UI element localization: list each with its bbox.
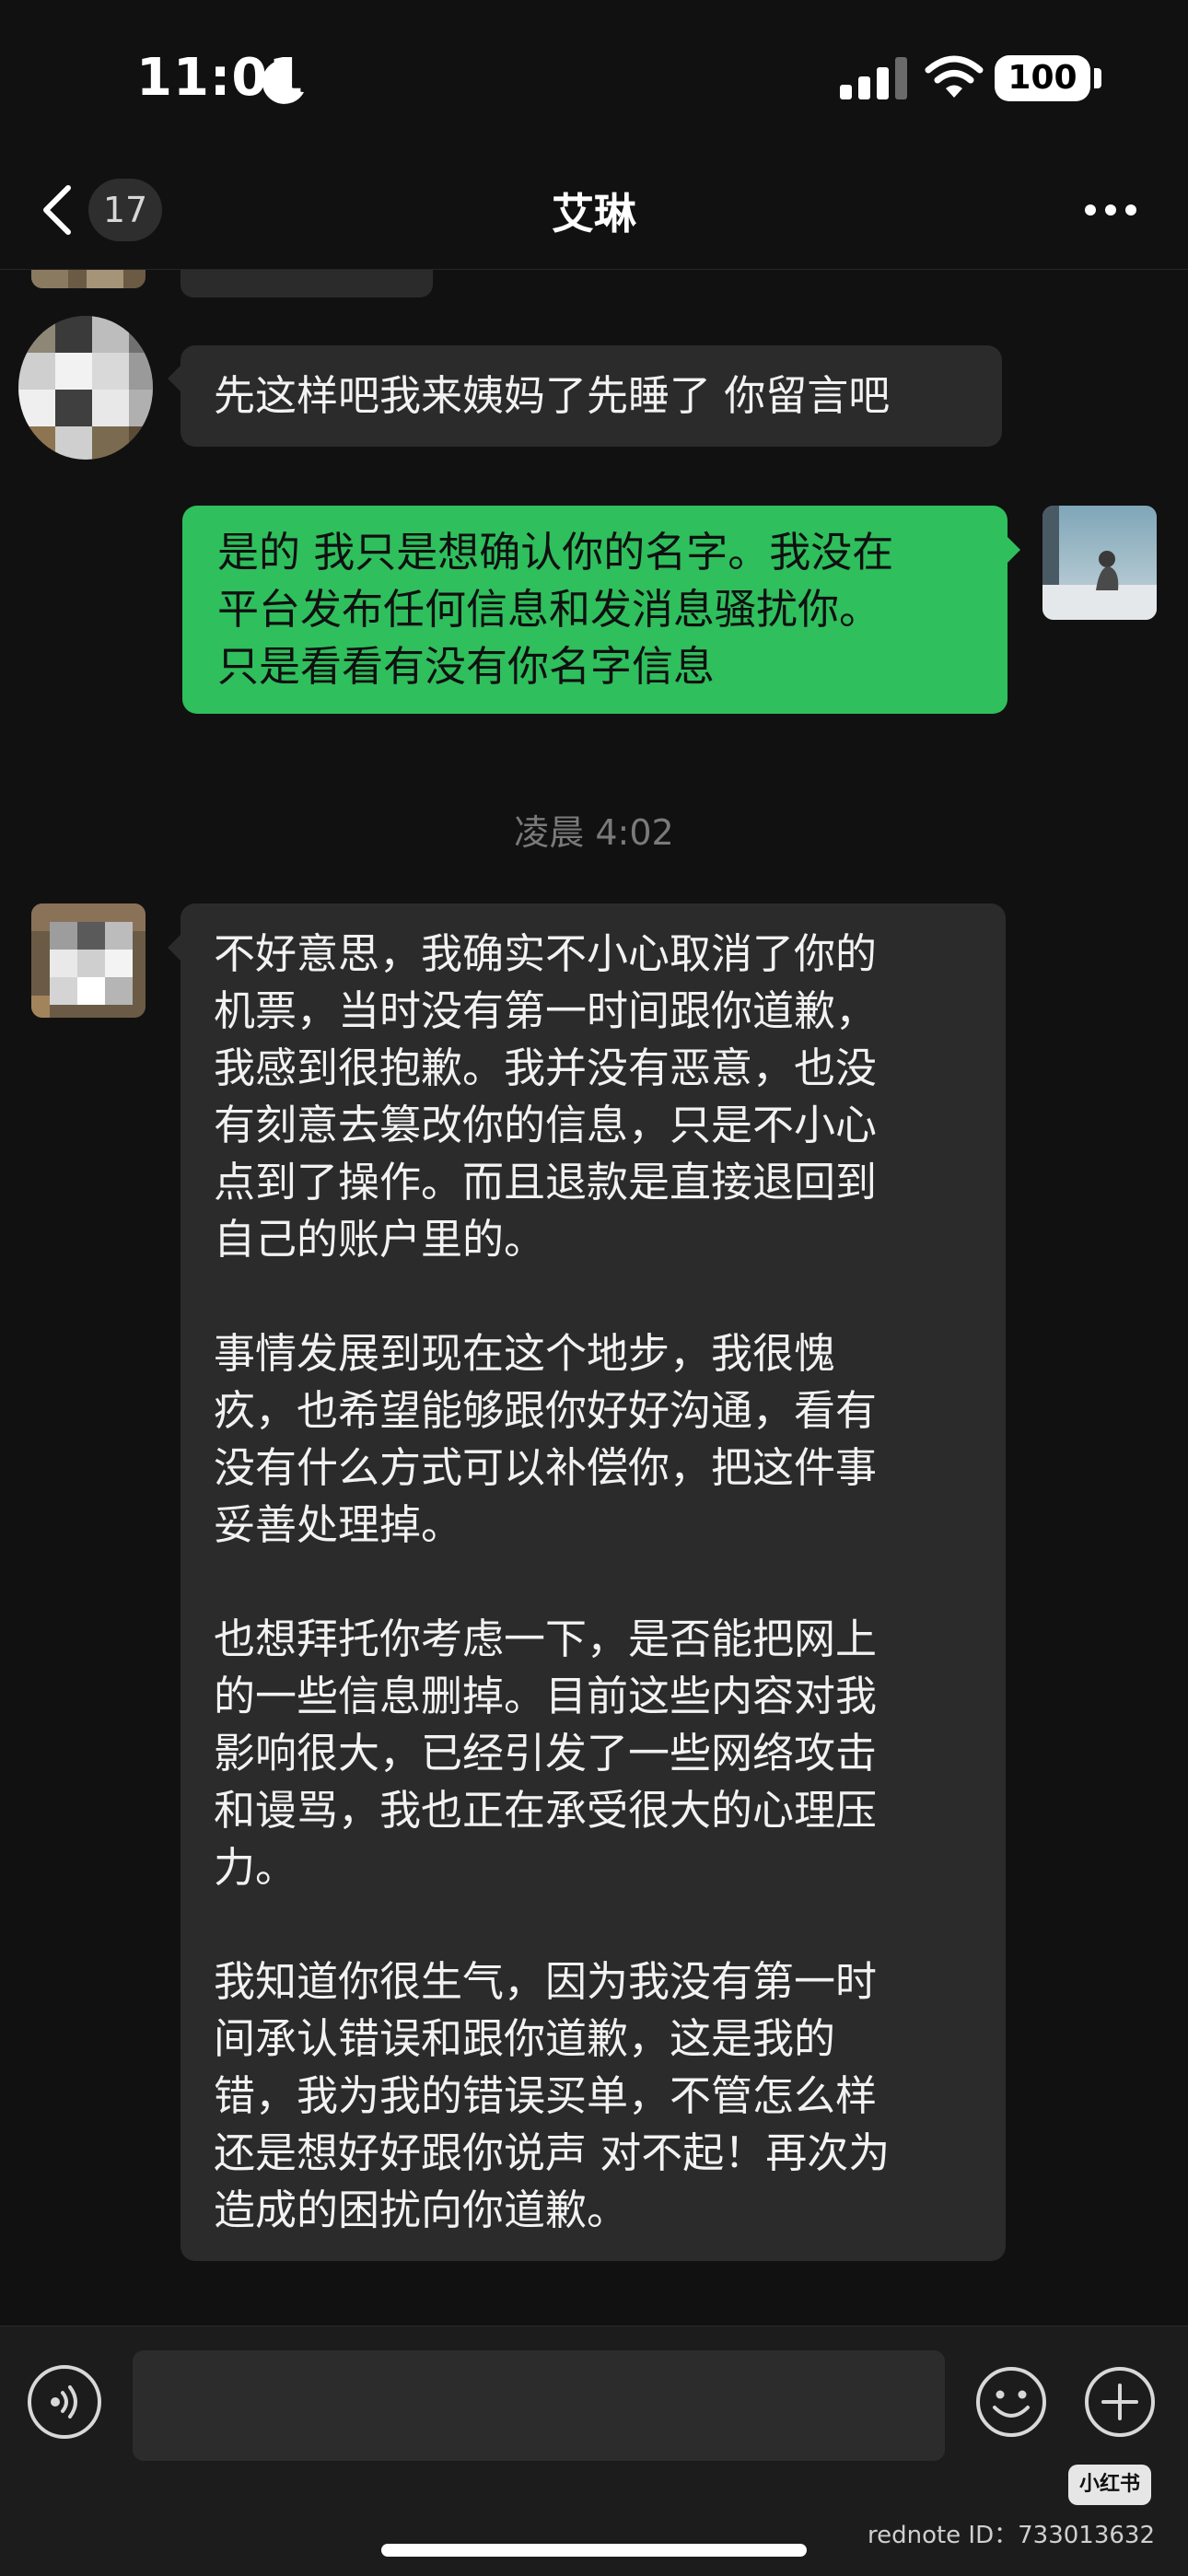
previous-message-bubble[interactable] — [181, 270, 433, 297]
message-list[interactable]: 先这样吧我来姨妈了先睡了 你留言吧 是的 我只是想确认你的名字。我没在 平台发布… — [0, 270, 1188, 2325]
message-bubble-incoming[interactable]: 不好意思，我确实不小心取消了你的 机票，当时没有第一时间跟你道歉， 我感到很抱歉… — [181, 903, 1006, 2261]
my-avatar[interactable] — [1042, 506, 1157, 620]
bubble-tail — [1007, 537, 1020, 563]
battery-indicator: 100 — [995, 55, 1090, 101]
bubble-tail — [168, 366, 181, 391]
contact-avatar[interactable] — [31, 270, 146, 288]
more-icon[interactable] — [1083, 201, 1138, 219]
emoji-icon[interactable] — [974, 2365, 1048, 2439]
contact-avatar[interactable] — [31, 903, 146, 1018]
message-input[interactable] — [133, 2350, 945, 2461]
rednote-logo: 小红书 — [1068, 2465, 1151, 2505]
signal-icon — [840, 57, 907, 99]
message-bubble-outgoing[interactable]: 是的 我只是想确认你的名字。我没在 平台发布任何信息和发消息骚扰你。 只是看看有… — [182, 506, 1007, 714]
voice-icon[interactable] — [28, 2365, 101, 2439]
chat-header: 17 艾琳 — [0, 157, 1188, 270]
status-bar: 11:01 100 — [0, 0, 1188, 157]
home-indicator[interactable] — [381, 2544, 807, 2557]
chat-title: 艾琳 — [552, 189, 636, 239]
plus-icon[interactable] — [1083, 2365, 1157, 2439]
moon-icon — [262, 59, 304, 104]
contact-avatar[interactable] — [18, 316, 153, 460]
message-timestamp: 凌晨 4:02 — [514, 812, 674, 853]
message-bubble-incoming[interactable]: 先这样吧我来姨妈了先睡了 你留言吧 — [181, 345, 1002, 447]
message-input-bar: 小红书 rednote ID：733013632 — [0, 2325, 1188, 2576]
bubble-tail — [168, 935, 181, 961]
wifi-icon — [925, 55, 984, 98]
battery-level: 100 — [1007, 59, 1077, 97]
rednote-watermark: rednote ID：733013632 — [867, 2522, 1155, 2549]
battery-cap — [1094, 68, 1101, 88]
